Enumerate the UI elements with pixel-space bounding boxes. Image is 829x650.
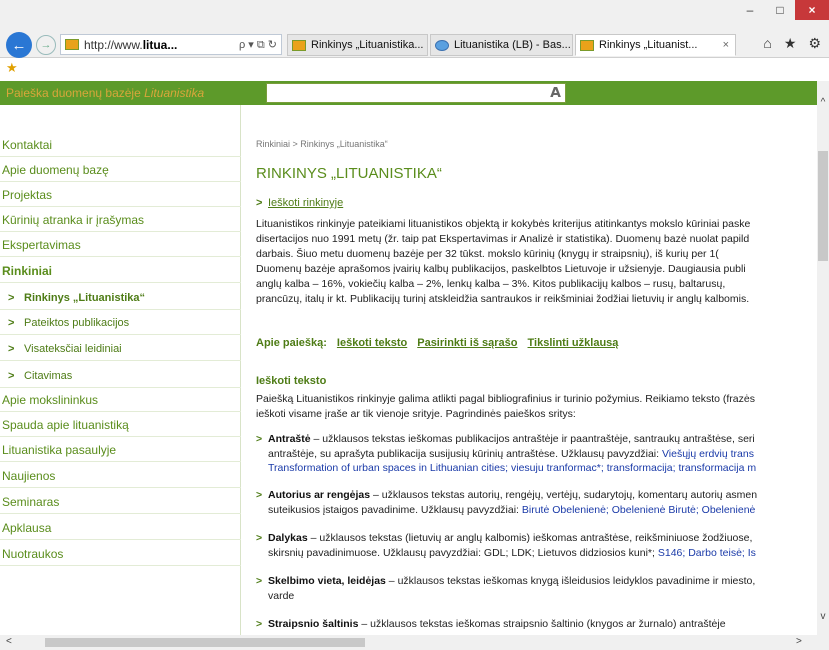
sidebar-item-naujienos[interactable]: Naujienos — [0, 464, 241, 488]
intro-line: Duomenų bazėje aprašomos įvairių kalbų p… — [256, 263, 746, 275]
address-tools-icons[interactable]: ρ ▾ ⧉ ↻ — [239, 38, 281, 52]
chevron-right-icon: > — [256, 618, 263, 630]
sidebar-item-ekspertavimas[interactable]: Ekspertavimas — [0, 233, 241, 257]
browser-titlebar: – □ × — [0, 0, 829, 30]
sidebar-item-apklausa[interactable]: Apklausa — [0, 516, 241, 540]
chevron-right-icon: > — [256, 532, 263, 544]
sidebar-item-kontaktai[interactable]: Kontaktai — [0, 133, 241, 157]
tab-label: Lituanistika (LB) - Bas... — [454, 39, 571, 51]
tab-lituanistika-lb[interactable]: Lituanistika (LB) - Bas... — [430, 34, 573, 56]
address-bar[interactable]: http://www. litua... ρ ▾ ⧉ ↻ — [60, 34, 282, 55]
address-prefix: http://www. — [84, 37, 143, 52]
sidebar-item-nuotraukos[interactable]: Nuotraukos — [0, 542, 241, 566]
forward-button[interactable]: → — [36, 35, 56, 55]
window-controls: – □ × — [735, 0, 829, 22]
browser-right-icons: ⌂ ★ ⚙ — [763, 35, 821, 52]
tab-label: Rinkinys „Lituanist... — [599, 39, 698, 51]
scroll-down-icon[interactable]: v — [817, 611, 829, 622]
intro-line: prancūzų, italų ir kt. Publikacijų turin… — [256, 293, 750, 305]
breadcrumb: Rinkiniai > Rinkinys „Lituanistika“ — [256, 139, 388, 149]
chevron-right-icon: > — [8, 317, 15, 329]
home-icon[interactable]: ⌂ — [763, 35, 771, 52]
settings-gear-icon[interactable]: ⚙ — [808, 35, 821, 52]
back-button[interactable]: ← — [6, 32, 32, 58]
sidebar-item-apie-duomenu-baze[interactable]: Apie duomenų bazę — [0, 158, 241, 182]
intro-line: darbais. Šiuo metu duomenų bazėje per 32… — [256, 248, 719, 260]
vertical-scroll-thumb[interactable] — [818, 151, 828, 261]
chevron-right-icon: > — [256, 575, 263, 587]
sidebar-subitem-pateiktos-publikacijos[interactable]: > Pateiktos publikacijos — [0, 311, 241, 335]
chevron-right-icon: > — [256, 489, 263, 501]
about-search-links: Apie paiešką: Ieškoti teksto Pasirinkti … — [256, 337, 618, 349]
link-ieskoti-teksto[interactable]: Ieškoti teksto — [337, 337, 407, 349]
list-item-dalykas: > Dalykas – užklausos tekstas (lietuvių … — [256, 532, 756, 559]
browser-navbar: ← → http://www. litua... ρ ▾ ⧉ ↻ Rinkinys… — [0, 30, 829, 58]
chevron-right-icon: > — [256, 433, 263, 445]
list-item-straipsnio-saltinis: > Straipsnio šaltinis – užklausos teksta… — [256, 618, 726, 630]
horizontal-scroll-thumb[interactable] — [45, 638, 365, 647]
sidebar-item-spauda[interactable]: Spauda apie lituanistiką — [0, 413, 241, 437]
sidebar-subitem-visatesciai-leidiniai[interactable]: > Visateksčiai leidiniai — [0, 337, 241, 361]
main-content: Rinkiniai > Rinkinys „Lituanistika“ RINK… — [256, 105, 819, 635]
chevron-right-icon: > — [8, 370, 15, 382]
lituanistika-favicon-icon — [292, 39, 306, 51]
intro-line: Lituanistikos rinkinyje pateikiami litua… — [256, 218, 751, 230]
about-search-label: Apie paiešką: — [256, 337, 327, 349]
sidebar-nav: Kontaktai Apie duomenų bazę Projektas Kū… — [0, 105, 241, 635]
search-label: Paieška duomenų bazėje Lituanistika — [6, 86, 205, 100]
tab-rinkinys-active[interactable]: Rinkinys „Lituanist... × — [575, 34, 736, 56]
scroll-left-icon[interactable]: < — [6, 636, 12, 647]
close-tab-icon[interactable]: × — [723, 39, 735, 51]
sidebar-item-apie-mokslininkus[interactable]: Apie mokslininkus — [0, 388, 241, 412]
chevron-right-icon: > — [8, 292, 15, 304]
site-search-input[interactable]: 𝗔 — [266, 83, 566, 103]
sidebar-item-projektas[interactable]: Projektas — [0, 183, 241, 207]
add-favorite-star-icon[interactable]: ★ — [6, 60, 18, 76]
sidebar-item-seminaras[interactable]: Seminaras — [0, 490, 241, 514]
scroll-right-icon[interactable]: > — [796, 636, 802, 647]
tab-rinkinys-1[interactable]: Rinkinys „Lituanistika... — [287, 34, 428, 56]
link-pasirinkti-is-saraso[interactable]: Pasirinkti iš sąrašo — [417, 337, 517, 349]
section-title: Ieškoti teksto — [256, 375, 327, 387]
page-title: RINKINYS „LITUANISTIKA“ — [256, 165, 442, 182]
intro-line: anglų kalba – 16%, vokiečių kalba – 2%, … — [256, 278, 726, 290]
chevron-right-icon: > — [256, 197, 263, 209]
search-icon[interactable]: 𝗔 — [550, 84, 561, 101]
vertical-scrollbar[interactable]: ^ v — [817, 81, 829, 635]
maximize-button[interactable]: □ — [765, 0, 795, 20]
horizontal-scrollbar[interactable]: < > — [0, 635, 829, 650]
search-in-collection-link[interactable]: > Ieškoti rinkinyje — [256, 197, 343, 209]
scroll-up-icon[interactable]: ^ — [817, 97, 829, 108]
minimize-button[interactable]: – — [735, 0, 765, 20]
sidebar-subitem-rinkinys-lituanistika[interactable]: > Rinkinys „Lituanistika“ — [0, 286, 241, 310]
sidebar-item-kuriniu-atranka[interactable]: Kūrinių atranka ir įrašymas — [0, 208, 241, 232]
close-window-button[interactable]: × — [795, 0, 829, 20]
ie-favicon-icon — [435, 39, 449, 51]
chevron-right-icon: > — [8, 343, 15, 355]
sidebar-item-lituanistika-pasaulyje[interactable]: Lituanistika pasaulyje — [0, 438, 241, 462]
list-item-autorius: > Autorius ar rengėjas – užklausos tekst… — [256, 489, 758, 516]
favorites-star-icon[interactable]: ★ — [784, 35, 797, 52]
sidebar-subitem-citavimas[interactable]: > Citavimas — [0, 364, 241, 388]
section-intro-line: ieškoti visame įraše ar tik vienoje srit… — [256, 408, 576, 420]
favorites-bar: ★ — [0, 58, 829, 78]
list-item-skelbimo-vieta: > Skelbimo vieta, leidėjas – užklausos t… — [256, 575, 756, 602]
site-favicon-icon — [65, 39, 79, 50]
section-intro-line: Paiešką Lituanistikos rinkinyje galima a… — [256, 393, 755, 405]
list-item-antraste: > Antraštė – užklausos tekstas ieškomas … — [256, 433, 757, 474]
address-domain: litua... — [142, 37, 178, 52]
intro-line: disertacijos nuo 1991 metų (žr. taip pat… — [256, 233, 750, 245]
lituanistika-favicon-icon — [580, 39, 594, 51]
sidebar-item-rinkiniai[interactable]: Rinkiniai — [0, 259, 241, 283]
link-tikslinti-uzklausa[interactable]: Tikslinti užklausą — [528, 337, 619, 349]
tab-label: Rinkinys „Lituanistika... — [311, 39, 424, 51]
